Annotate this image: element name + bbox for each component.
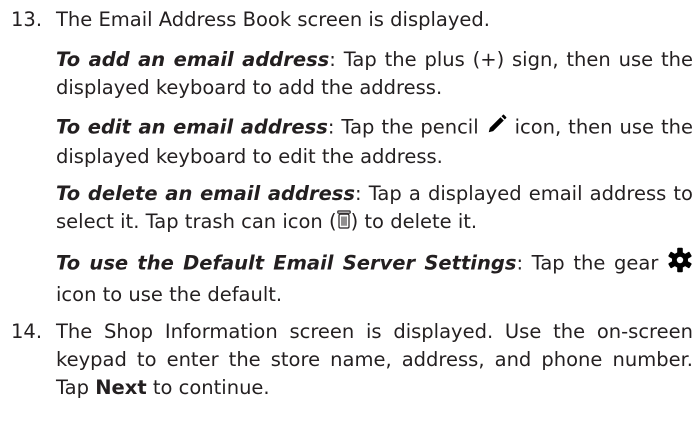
pencil-icon <box>486 113 508 143</box>
step-number: 14. <box>11 320 43 343</box>
instruction-add: To add an email address: Tap the plus (+… <box>56 46 693 102</box>
step-number: 13. <box>11 8 43 31</box>
instruction-title: To add an email address <box>56 48 330 71</box>
instruction-text: ) to delete it. <box>350 210 478 233</box>
instruction-title: To delete an email address <box>56 182 356 205</box>
instruction-title: To edit an email address <box>56 115 328 139</box>
instruction-title: To use the Default Email Server Settings <box>56 251 517 275</box>
instruction-edit: To edit an email address: Tap the pencil… <box>56 113 693 171</box>
instruction-text: : Tap the pencil <box>327 115 486 139</box>
step-text: The Email Address Book screen is display… <box>56 8 490 31</box>
instruction-text: : Tap the gear <box>516 251 668 275</box>
step-text-part: to continue. <box>146 376 270 399</box>
instruction-delete: To delete an email address: Tap a displa… <box>56 180 693 237</box>
step-text: The Shop Information screen is displayed… <box>56 318 693 402</box>
next-keyword: Next <box>95 376 147 399</box>
instruction-gear: To use the Default Email Server Settings… <box>56 247 693 309</box>
instruction-text: icon to use the default. <box>56 283 283 306</box>
trash-can-icon <box>336 209 351 237</box>
gear-icon <box>667 247 693 281</box>
